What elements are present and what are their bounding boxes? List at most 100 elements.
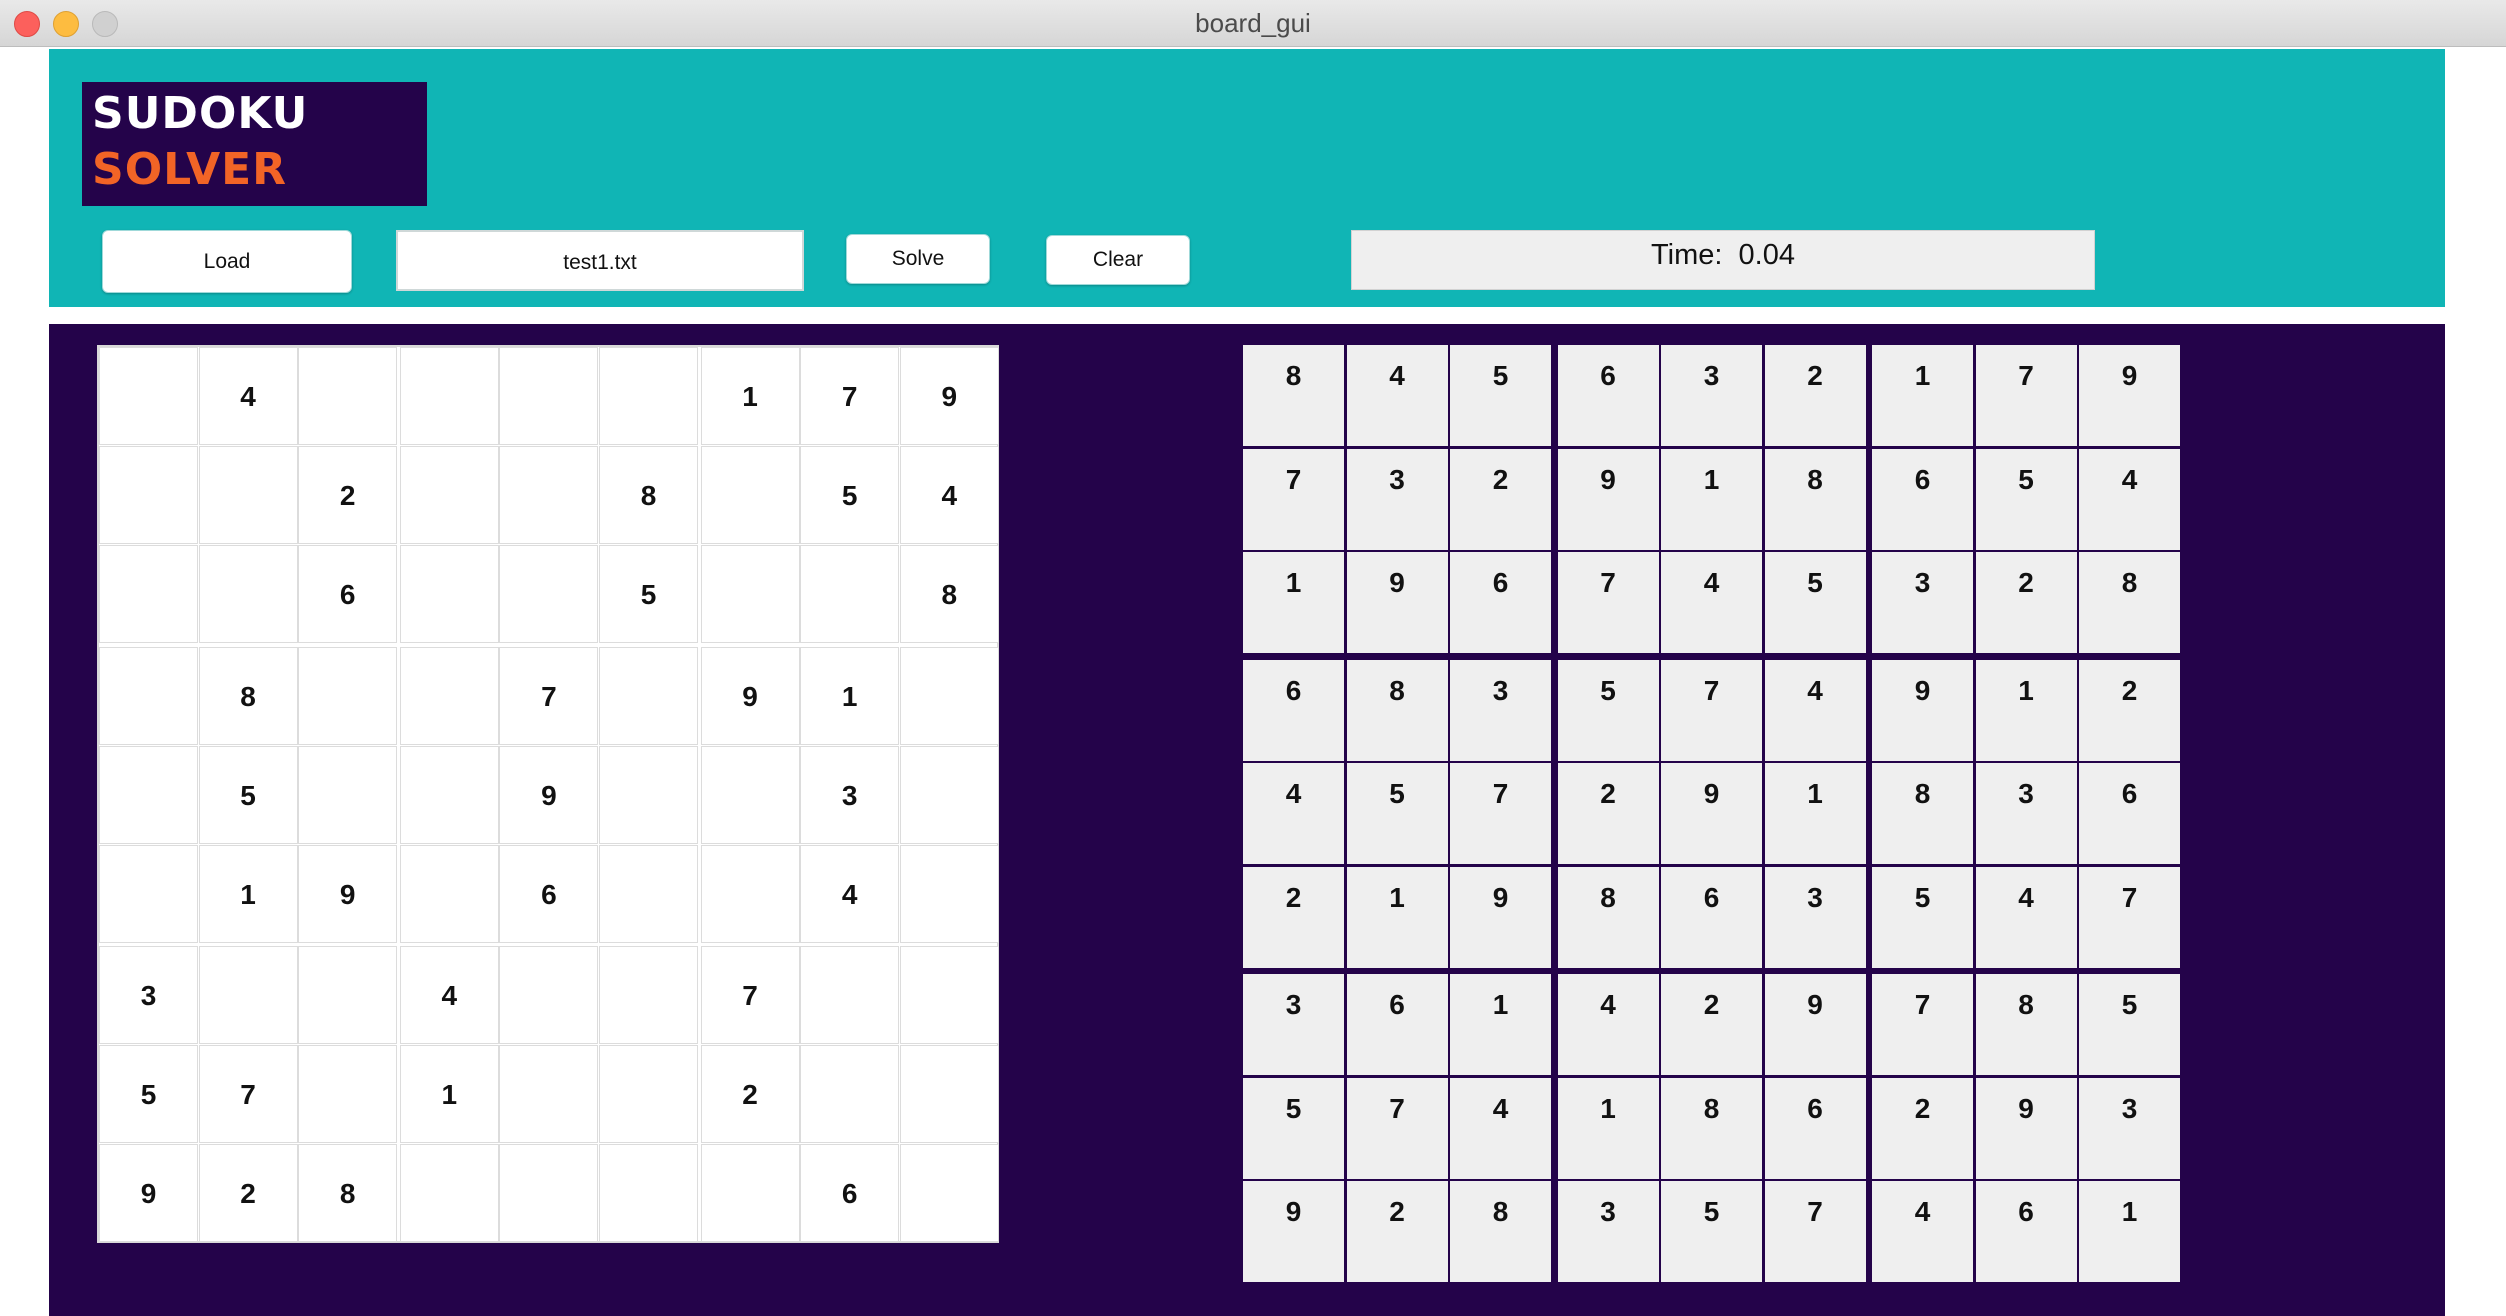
- puzzle-cell[interactable]: [599, 646, 698, 745]
- puzzle-cell[interactable]: [99, 347, 198, 445]
- puzzle-cell[interactable]: 8: [899, 544, 999, 643]
- puzzle-cell[interactable]: 1: [800, 646, 900, 745]
- puzzle-cell[interactable]: [198, 946, 298, 1045]
- puzzle-cell[interactable]: [599, 1045, 698, 1144]
- puzzle-cell[interactable]: 9: [700, 646, 800, 745]
- puzzle-cell[interactable]: 7: [700, 946, 800, 1045]
- puzzle-cell[interactable]: [800, 946, 900, 1045]
- puzzle-cell[interactable]: [700, 544, 800, 643]
- puzzle-cell[interactable]: [198, 445, 298, 544]
- puzzle-cell[interactable]: 4: [800, 844, 900, 943]
- puzzle-cell[interactable]: 4: [899, 445, 999, 544]
- puzzle-cell[interactable]: 6: [298, 544, 398, 643]
- solution-cell: 8: [1764, 448, 1866, 550]
- puzzle-cell[interactable]: [599, 946, 698, 1045]
- puzzle-cell[interactable]: 5: [198, 745, 298, 844]
- puzzle-cell[interactable]: [499, 544, 599, 643]
- puzzle-cell[interactable]: 6: [499, 844, 599, 943]
- puzzle-cell[interactable]: [99, 646, 198, 745]
- puzzle-cell[interactable]: 2: [198, 1144, 298, 1243]
- puzzle-cell[interactable]: [599, 844, 698, 943]
- puzzle-cell[interactable]: [499, 1144, 599, 1243]
- puzzle-cell[interactable]: [599, 347, 698, 445]
- puzzle-cell[interactable]: [700, 445, 800, 544]
- puzzle-cell[interactable]: 3: [99, 946, 198, 1045]
- puzzle-cell[interactable]: 1: [700, 347, 800, 445]
- solution-cell: 1: [1975, 659, 2077, 761]
- puzzle-cell[interactable]: 2: [700, 1045, 800, 1144]
- puzzle-cell[interactable]: [700, 1144, 800, 1243]
- puzzle-cell[interactable]: [599, 745, 698, 844]
- puzzle-cell[interactable]: [899, 1045, 999, 1144]
- puzzle-cell[interactable]: 8: [298, 1144, 398, 1243]
- puzzle-cell[interactable]: [499, 347, 599, 445]
- puzzle-cell[interactable]: [499, 946, 599, 1045]
- puzzle-cell[interactable]: [298, 347, 398, 445]
- solution-cell: 4: [1450, 1077, 1551, 1179]
- solution-cell: 3: [1557, 1181, 1659, 1282]
- solution-cell: 3: [1243, 974, 1344, 1075]
- puzzle-cell[interactable]: [800, 1045, 900, 1144]
- puzzle-cell[interactable]: [700, 745, 800, 844]
- solution-cell: 4: [1557, 974, 1659, 1075]
- puzzle-cell[interactable]: 1: [399, 1045, 499, 1144]
- filename-field[interactable]: test1.txt: [396, 230, 804, 291]
- puzzle-cell[interactable]: 7: [499, 646, 599, 745]
- clear-button[interactable]: Clear: [1046, 235, 1190, 285]
- puzzle-cell[interactable]: 3: [800, 745, 900, 844]
- puzzle-cell[interactable]: [800, 544, 900, 643]
- puzzle-cell[interactable]: [399, 646, 499, 745]
- puzzle-cell[interactable]: 8: [198, 646, 298, 745]
- puzzle-cell[interactable]: [298, 745, 398, 844]
- puzzle-cell[interactable]: 9: [899, 347, 999, 445]
- puzzle-cell[interactable]: [899, 646, 999, 745]
- puzzle-cell[interactable]: [399, 745, 499, 844]
- solution-cell: 5: [2079, 974, 2180, 1075]
- solution-cell: 5: [1764, 552, 1866, 653]
- puzzle-cell[interactable]: 8: [599, 445, 698, 544]
- puzzle-cell[interactable]: 7: [800, 347, 900, 445]
- solution-cell: 5: [1346, 763, 1448, 864]
- solution-cell: 7: [1764, 1181, 1866, 1282]
- puzzle-cell[interactable]: 6: [800, 1144, 900, 1243]
- puzzle-cell[interactable]: 5: [599, 544, 698, 643]
- puzzle-cell[interactable]: [99, 745, 198, 844]
- puzzle-cell[interactable]: 1: [198, 844, 298, 943]
- puzzle-cell[interactable]: [99, 544, 198, 643]
- puzzle-cell[interactable]: 9: [99, 1144, 198, 1243]
- solution-cell: 5: [1872, 866, 1973, 968]
- puzzle-cell[interactable]: [700, 844, 800, 943]
- puzzle-cell[interactable]: [499, 1045, 599, 1144]
- puzzle-cell[interactable]: [399, 544, 499, 643]
- puzzle-cell[interactable]: [899, 1144, 999, 1243]
- puzzle-cell[interactable]: [399, 844, 499, 943]
- puzzle-cell[interactable]: [399, 1144, 499, 1243]
- puzzle-cell[interactable]: [298, 646, 398, 745]
- puzzle-cell[interactable]: [399, 445, 499, 544]
- puzzle-cell[interactable]: [599, 1144, 698, 1243]
- puzzle-cell[interactable]: [99, 445, 198, 544]
- app-window: board_gui SUDOKU SOLVER Load test1.txt S…: [0, 0, 2506, 1316]
- puzzle-cell[interactable]: [899, 844, 999, 943]
- solution-cell: 6: [1661, 866, 1762, 968]
- puzzle-cell[interactable]: 4: [399, 946, 499, 1045]
- puzzle-cell[interactable]: 2: [298, 445, 398, 544]
- puzzle-cell[interactable]: [399, 347, 499, 445]
- puzzle-cell[interactable]: [899, 946, 999, 1045]
- puzzle-cell[interactable]: [298, 1045, 398, 1144]
- puzzle-cell[interactable]: 9: [298, 844, 398, 943]
- puzzle-cell[interactable]: [198, 544, 298, 643]
- puzzle-cell[interactable]: [899, 745, 999, 844]
- puzzle-cell[interactable]: [298, 946, 398, 1045]
- solve-button[interactable]: Solve: [846, 234, 990, 284]
- puzzle-cell[interactable]: 5: [800, 445, 900, 544]
- puzzle-cell[interactable]: 4: [198, 347, 298, 445]
- load-button[interactable]: Load: [102, 230, 352, 293]
- puzzle-cell[interactable]: 7: [198, 1045, 298, 1144]
- puzzle-cell[interactable]: 9: [499, 745, 599, 844]
- solution-cell: 9: [1243, 1181, 1344, 1282]
- puzzle-cell[interactable]: [499, 445, 599, 544]
- puzzle-cell[interactable]: 5: [99, 1045, 198, 1144]
- solution-cell: 2: [1346, 1181, 1448, 1282]
- puzzle-cell[interactable]: [99, 844, 198, 943]
